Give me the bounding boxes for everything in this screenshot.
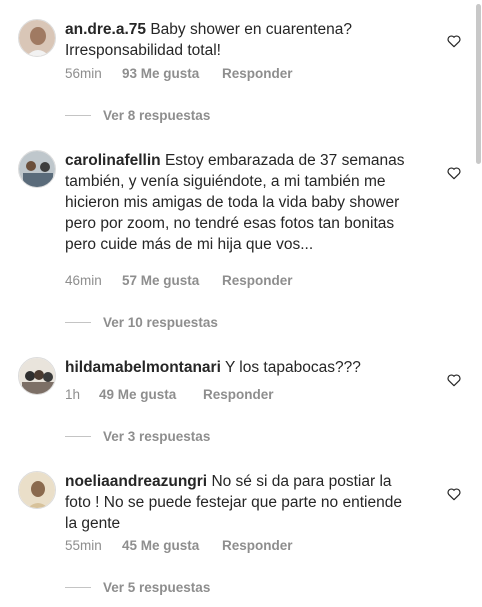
avatar[interactable]: [18, 150, 56, 188]
avatar[interactable]: [18, 471, 56, 509]
comment-time: 55min: [65, 538, 102, 553]
likes-count[interactable]: 49 Me gusta: [99, 387, 203, 402]
replies-divider: [65, 436, 91, 437]
view-replies-label: Ver 8 respuestas: [103, 108, 211, 123]
comment-text: Y los tapabocas???: [224, 359, 361, 376]
comment-time: 56min: [65, 66, 102, 81]
reply-button[interactable]: Responder: [203, 387, 274, 402]
reply-button[interactable]: Responder: [222, 273, 293, 288]
reply-button[interactable]: Responder: [222, 66, 293, 81]
replies-divider: [65, 322, 91, 323]
view-replies-label: Ver 3 respuestas: [103, 429, 211, 444]
heart-icon[interactable]: [446, 486, 462, 502]
heart-icon[interactable]: [446, 372, 462, 388]
view-replies-button[interactable]: Ver 10 respuestas: [65, 315, 218, 330]
view-replies-label: Ver 10 respuestas: [103, 315, 218, 330]
view-replies-button[interactable]: Ver 3 respuestas: [65, 429, 210, 444]
likes-count[interactable]: 45 Me gusta: [122, 538, 222, 553]
replies-divider: [65, 115, 91, 116]
comment-time: 46min: [65, 273, 102, 288]
replies-divider: [65, 587, 91, 588]
heart-icon[interactable]: [446, 33, 462, 49]
comment-username[interactable]: an.dre.a.75: [65, 21, 146, 38]
likes-count[interactable]: 93 Me gusta: [122, 66, 222, 81]
view-replies-button[interactable]: Ver 5 respuestas: [65, 580, 210, 595]
scrollbar[interactable]: [476, 4, 481, 164]
comment-username[interactable]: noeliaandreazungri: [65, 473, 207, 490]
likes-count[interactable]: 57 Me gusta: [122, 273, 222, 288]
view-replies-button[interactable]: Ver 8 respuestas: [65, 108, 210, 123]
reply-button[interactable]: Responder: [222, 538, 293, 553]
comment-time: 1h: [65, 387, 81, 402]
avatar[interactable]: [18, 357, 56, 395]
comment-username[interactable]: hildamabelmontanari: [65, 359, 221, 376]
comment-username[interactable]: carolinafellin: [65, 152, 161, 169]
view-replies-label: Ver 5 respuestas: [103, 580, 211, 595]
avatar[interactable]: [18, 19, 56, 57]
heart-icon[interactable]: [446, 165, 462, 181]
